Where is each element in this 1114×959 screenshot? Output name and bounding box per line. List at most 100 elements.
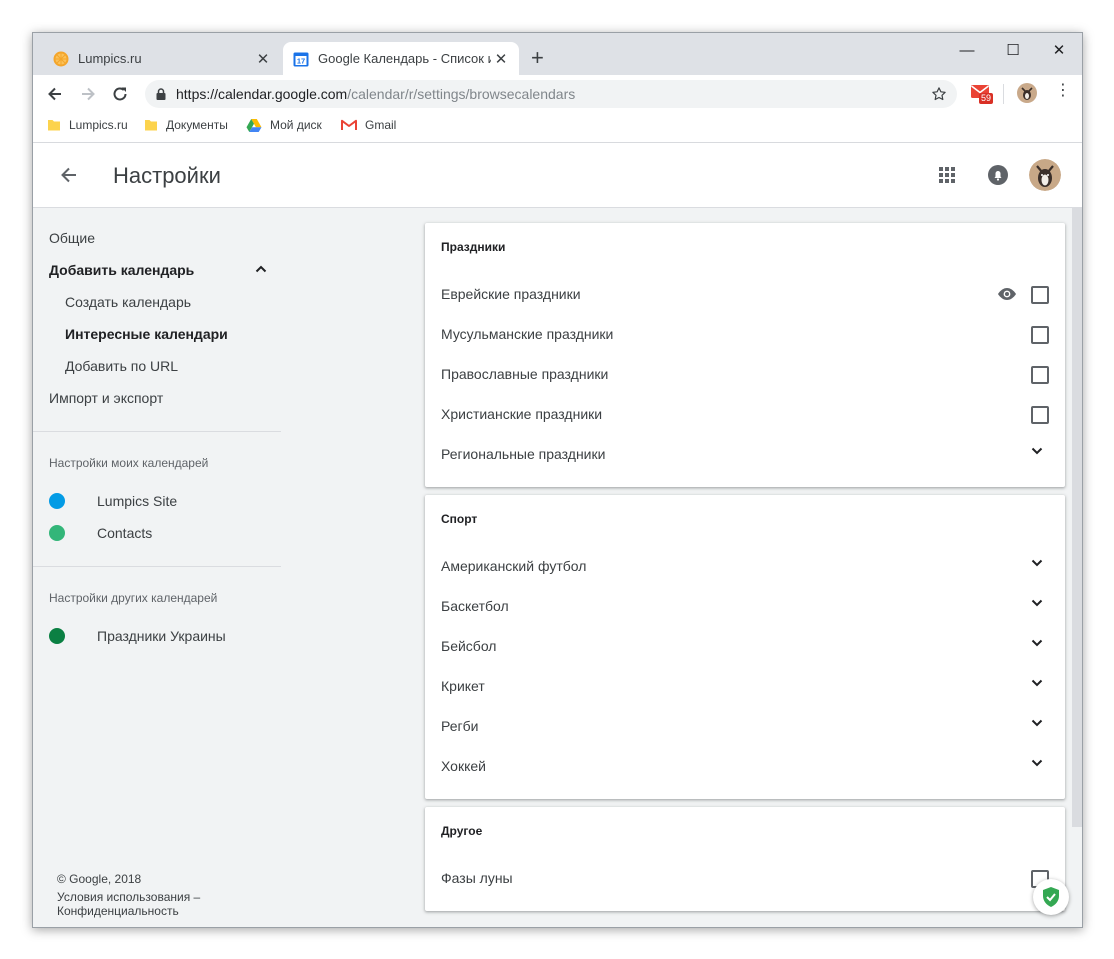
notifications-icon[interactable] — [987, 164, 1009, 186]
settings-content: Общие Добавить календарь Создать календа… — [33, 208, 1082, 927]
row-label: Мусульманские праздники — [441, 326, 614, 342]
bookmark-documents[interactable]: Документы — [144, 118, 228, 132]
row-regional-holidays[interactable]: Региональные праздники — [425, 435, 1065, 475]
settings-header: Настройки — [33, 143, 1082, 208]
close-tab-icon[interactable]: ✕ — [491, 50, 511, 68]
chevron-down-icon[interactable] — [1031, 679, 1043, 687]
row-label: Региональные праздники — [441, 446, 606, 462]
url-domain: https://calendar.google.com — [176, 86, 348, 102]
toolbar-divider — [1003, 84, 1004, 104]
card-title: Другое — [441, 824, 483, 838]
my-calendar-lumpics-site[interactable]: Lumpics Site — [49, 493, 177, 509]
url-text: https://calendar.google.com/calendar/r/s… — [176, 86, 575, 102]
chevron-up-icon[interactable] — [255, 265, 267, 273]
bookmark-gmail[interactable]: Gmail — [341, 118, 396, 132]
other-calendar-holidays-ukraine[interactable]: Праздники Украины — [49, 628, 226, 644]
chevron-down-icon[interactable] — [1031, 559, 1043, 567]
sidebar-item-general[interactable]: Общие — [49, 230, 95, 246]
reload-icon[interactable] — [110, 84, 130, 104]
calendar-color-dot — [49, 525, 65, 541]
shield-check-icon — [1043, 887, 1059, 907]
row-label: Христианские праздники — [441, 406, 603, 422]
close-icon[interactable]: ✕ — [1036, 39, 1082, 63]
url-path: /calendar/r/settings/browsecalendars — [347, 86, 576, 102]
gmail-unread-badge: 59 — [979, 93, 994, 104]
google-drive-icon — [246, 119, 262, 132]
folder-icon — [145, 120, 157, 131]
sidebar-item-import-export[interactable]: Импорт и экспорт — [49, 390, 163, 406]
other-calendars-heading: Настройки других календарей — [49, 591, 218, 605]
calendar-favicon-date: 17 — [297, 56, 305, 65]
terms-link[interactable]: Условия использования — [57, 890, 190, 904]
bookmark-my-drive[interactable]: Мой диск — [246, 118, 322, 132]
checkbox[interactable] — [1031, 326, 1049, 344]
folder-icon — [48, 120, 60, 131]
checkbox[interactable] — [1031, 366, 1049, 384]
tab-strip: Lumpics.ru ✕ 17 Google Календарь - Списо… — [33, 33, 1082, 75]
address-bar[interactable]: https://calendar.google.com/calendar/r/s… — [145, 80, 957, 108]
row-muslim-holidays[interactable]: Мусульманские праздники — [425, 315, 1065, 355]
browser-toolbar: https://calendar.google.com/calendar/r/s… — [33, 75, 1082, 112]
tab-google-calendar[interactable]: 17 Google Календарь - Список инт ✕ — [283, 42, 519, 75]
sidebar-item-add-by-url[interactable]: Добавить по URL — [65, 358, 178, 374]
gmail-icon — [341, 119, 357, 130]
chevron-down-icon[interactable] — [1031, 759, 1043, 767]
apps-grid-icon[interactable] — [939, 167, 955, 183]
row-hockey[interactable]: Хоккей — [425, 747, 1065, 787]
bookmark-lumpics[interactable]: Lumpics.ru — [47, 118, 128, 132]
sidebar-item-add-calendar[interactable]: Добавить календарь — [49, 262, 194, 278]
back-arrow-icon[interactable] — [59, 165, 79, 185]
calendar-name: Lumpics Site — [97, 493, 178, 509]
chevron-down-icon[interactable] — [1031, 719, 1043, 727]
forward-icon[interactable] — [78, 84, 98, 104]
tab-lumpics[interactable]: Lumpics.ru ✕ — [43, 42, 281, 75]
bookmark-star-icon[interactable] — [931, 86, 947, 102]
gmail-checker-extension[interactable]: 59 — [970, 81, 994, 110]
row-american-football[interactable]: Американский футбол — [425, 547, 1065, 587]
chevron-down-icon[interactable] — [1031, 639, 1043, 647]
profile-avatar[interactable] — [1017, 83, 1037, 103]
sidebar-divider — [33, 431, 281, 432]
row-label: Регби — [441, 718, 479, 734]
chevron-down-icon[interactable] — [1031, 447, 1043, 455]
row-jewish-holidays[interactable]: Еврейские праздники — [425, 275, 1065, 315]
footer-links-2: Конфиденциальность — [57, 904, 200, 918]
my-calendar-contacts[interactable]: Contacts — [49, 525, 152, 541]
row-baseball[interactable]: Бейсбол — [425, 627, 1065, 667]
browser-window: Lumpics.ru ✕ 17 Google Календарь - Списо… — [32, 32, 1083, 928]
my-calendars-heading: Настройки моих календарей — [49, 456, 209, 470]
checkbox[interactable] — [1031, 406, 1049, 424]
chrome-menu-icon[interactable]: ⋮ — [1055, 81, 1071, 101]
minimize-icon[interactable]: — — [944, 39, 990, 63]
row-label: Баскетбол — [441, 598, 509, 614]
footer-links: Условия использования – — [57, 890, 200, 904]
sidebar-item-interesting-calendars[interactable]: Интересные календари — [65, 326, 228, 342]
row-label: Крикет — [441, 678, 485, 694]
sidebar-item-create-calendar[interactable]: Создать календарь — [65, 294, 191, 310]
bookmark-label: Документы — [166, 118, 228, 132]
bookmark-label: Мой диск — [270, 118, 322, 132]
row-rugby[interactable]: Регби — [425, 707, 1065, 747]
row-moon-phases[interactable]: Фазы луны — [425, 859, 1065, 899]
maximize-icon[interactable]: ☐ — [990, 39, 1036, 63]
account-avatar[interactable] — [1029, 159, 1061, 191]
lock-icon — [156, 88, 166, 100]
chevron-down-icon[interactable] — [1031, 599, 1043, 607]
row-label: Еврейские праздники — [441, 286, 581, 302]
row-orthodox-holidays[interactable]: Православные праздники — [425, 355, 1065, 395]
scrollbar[interactable] — [1072, 208, 1082, 827]
privacy-link[interactable]: Конфиденциальность — [57, 904, 179, 918]
new-tab-button[interactable]: + — [531, 47, 544, 69]
security-extension-button[interactable] — [1033, 879, 1069, 915]
page-title: Настройки — [113, 163, 221, 188]
row-label: Американский футбол — [441, 558, 587, 574]
close-tab-icon[interactable]: ✕ — [253, 50, 273, 68]
row-basketball[interactable]: Баскетбол — [425, 587, 1065, 627]
row-christian-holidays[interactable]: Христианские праздники — [425, 395, 1065, 435]
checkbox[interactable] — [1031, 286, 1049, 304]
calendar-name: Праздники Украины — [97, 628, 226, 644]
bookmark-label: Lumpics.ru — [69, 118, 128, 132]
row-cricket[interactable]: Крикет — [425, 667, 1065, 707]
eye-icon[interactable] — [997, 287, 1017, 301]
back-icon[interactable] — [45, 84, 65, 104]
